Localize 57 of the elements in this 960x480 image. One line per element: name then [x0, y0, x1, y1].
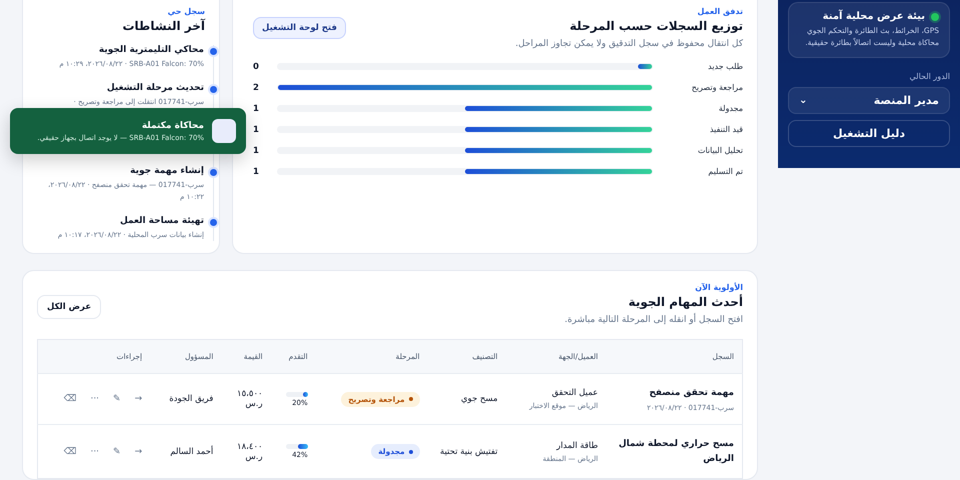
stage-count: 1: [253, 166, 260, 176]
category-text: مسح جوي: [461, 394, 498, 404]
next-button[interactable]: →: [134, 394, 142, 404]
activity-title: محاكي التليمترية الجوية: [98, 45, 204, 55]
notice-title: بيئة عرض محلية آمنة: [822, 11, 925, 22]
more-button[interactable]: ···: [90, 446, 100, 457]
stage-count: 1: [253, 146, 260, 156]
card-title: توزيع السجلات حسب المرحلة: [568, 19, 743, 33]
role-label: الدور الحالي: [908, 72, 950, 81]
value-amount: ١٥،٥٠٠: [236, 389, 263, 400]
mission-title[interactable]: مهمة تحقق منصفح: [614, 386, 734, 400]
owner-name: فريق الجودة: [169, 394, 214, 404]
delete-button[interactable]: ⌫: [64, 446, 76, 457]
edit-button[interactable]: ✎: [113, 446, 121, 457]
timeline-dot-icon: [210, 86, 217, 94]
client-name: عميل التحقق: [550, 388, 598, 398]
activity-title: تهيئة مساحة العمل: [118, 216, 204, 226]
owner-name: أحمد السالم: [170, 446, 214, 457]
card-title: آخر النشاطات: [121, 19, 205, 33]
stage-label: مجدولة: [718, 104, 743, 113]
role-select[interactable]: مدير المنصة ⌄: [788, 87, 950, 114]
card-subtitle: افتح السجل أو انقله إلى المرحلة التالية مباشرة.: [564, 314, 743, 325]
status-dot-icon: [931, 12, 939, 20]
guide-button[interactable]: دليل التشغيل: [788, 120, 950, 147]
value-amount: ١٨،٤٠٠: [236, 442, 263, 452]
more-button[interactable]: ···: [90, 394, 100, 404]
currency-text: ر.س: [244, 399, 263, 410]
view-all-button[interactable]: عرض الكل: [37, 294, 102, 319]
stage-count: 2: [253, 82, 260, 92]
next-button[interactable]: →: [134, 446, 142, 457]
card-eyebrow: تدفق العمل: [696, 7, 743, 16]
timeline-dot-icon: [210, 48, 217, 55]
delete-button[interactable]: ⌫: [64, 394, 76, 404]
stage-label: تحليل البيانات: [696, 146, 743, 155]
open-dashboard-button[interactable]: فتح لوحة التشغيل: [253, 17, 346, 39]
card-subtitle: كل انتقال محفوظ في سجل التدقيق ولا يمكن تجاوز المراحل.: [515, 39, 743, 49]
activity-title: إنشاء مهمة جوية: [129, 166, 204, 176]
card-eyebrow: الأولوية الآن: [694, 282, 743, 292]
card-eyebrow: سجل حي: [166, 7, 205, 16]
mission-title[interactable]: مسح حراري لمحطة شمال الرياض: [614, 437, 734, 466]
stage-label: تم التسليم: [707, 167, 743, 176]
stage-label: طلب جديد: [707, 62, 743, 71]
stage-count: 0: [253, 62, 260, 72]
activity-title: تحديث مرحلة التشغيل: [106, 83, 204, 94]
stage-count: 1: [253, 104, 260, 114]
stage-label: قيد التنفيذ: [708, 125, 743, 134]
timeline-dot-icon: [210, 218, 217, 226]
stage-label: مراجعة وتصريح: [690, 83, 743, 92]
card-title: أحدث المهام الجوية: [627, 294, 743, 309]
stage-count: 1: [253, 124, 260, 134]
edit-button[interactable]: ✎: [113, 394, 121, 404]
currency-text: ر.س: [244, 452, 263, 462]
toast-icon: [212, 119, 236, 143]
timeline-dot-icon: [210, 169, 217, 176]
client-name: طاقة المدار: [555, 440, 598, 451]
toast-title: محاكاة مكتملة: [140, 120, 204, 130]
category-text: تفتيش بنية تحتية: [440, 446, 498, 457]
